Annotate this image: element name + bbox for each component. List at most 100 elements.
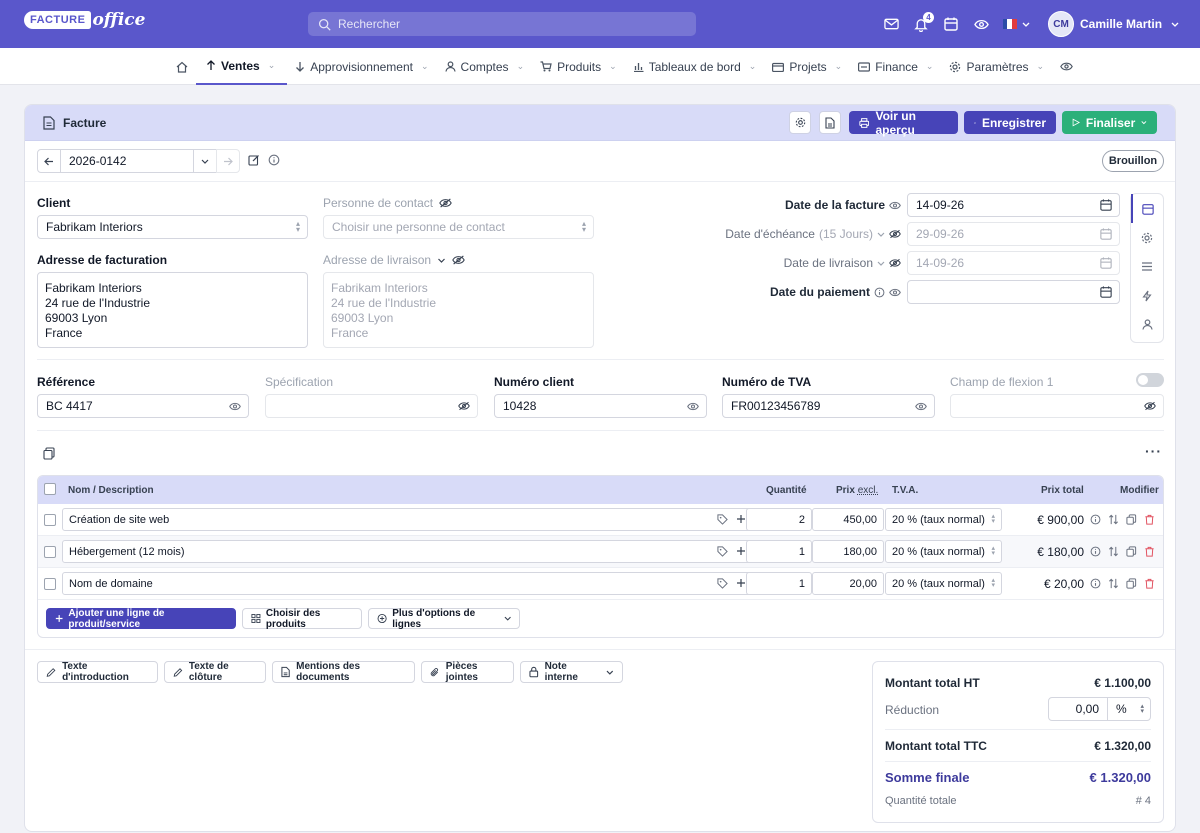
info-icon[interactable] <box>874 287 885 298</box>
select-all-checkbox[interactable] <box>44 483 56 495</box>
nav-projets[interactable]: Projets ⌄ <box>764 48 850 85</box>
plus-icon[interactable] <box>736 514 746 524</box>
sort-arrows-icon[interactable] <box>1108 546 1119 557</box>
info-icon[interactable] <box>268 154 280 166</box>
flex-field-toggle[interactable] <box>1136 373 1164 387</box>
quantity-input[interactable]: 2 <box>746 508 812 531</box>
eye-off-icon[interactable] <box>889 229 901 239</box>
next-invoice-button[interactable] <box>216 149 240 173</box>
nav-visibility-toggle[interactable] <box>1052 48 1081 85</box>
eye-icon[interactable] <box>687 402 699 411</box>
eye-off-icon[interactable] <box>452 255 465 265</box>
eye-icon[interactable] <box>229 402 241 411</box>
item-name-input[interactable]: Création de site web <box>62 508 753 531</box>
eye-off-icon[interactable] <box>1144 401 1156 411</box>
duplicate-icon[interactable] <box>1126 546 1137 557</box>
tag-icon[interactable] <box>717 578 728 589</box>
discount-unit-select[interactable]: % ▴ ▾ <box>1107 697 1151 721</box>
side-calendar-button[interactable] <box>1131 194 1163 223</box>
nav-comptes[interactable]: Comptes ⌄ <box>437 48 533 85</box>
vat-number-input[interactable]: FR00123456789 <box>722 394 935 418</box>
contact-select[interactable]: Choisir une personne de contact ▴ ▾ <box>323 215 594 239</box>
notifications-button[interactable]: 4 <box>906 12 936 34</box>
mail-button[interactable] <box>876 14 906 34</box>
vat-select[interactable]: 20 % (taux normal) ▴ ▾ <box>885 540 1002 563</box>
row-checkbox[interactable] <box>44 578 56 590</box>
eye-off-icon[interactable] <box>458 401 470 411</box>
trash-icon[interactable] <box>1144 514 1155 525</box>
delivery-date-input[interactable]: 14-09-26 <box>907 251 1120 275</box>
invoice-date-input[interactable]: 14-09-26 <box>907 193 1120 217</box>
shipping-address-textarea[interactable]: Fabrikam Interiors 24 rue de l'Industrie… <box>323 272 594 348</box>
flex-field-input[interactable] <box>950 394 1164 418</box>
intro-text-button[interactable]: Texte d'introduction <box>37 661 158 683</box>
nav-tableaux-de-bord[interactable]: Tableaux de bord ⌄ <box>625 48 765 85</box>
eye-icon[interactable] <box>889 201 901 210</box>
nav-approvisionnement[interactable]: Approvisionnement ⌄ <box>287 48 436 85</box>
nav-home[interactable] <box>168 48 196 85</box>
attachments-button[interactable]: Pièces jointes <box>421 661 514 683</box>
specification-input[interactable] <box>265 394 478 418</box>
duplicate-icon[interactable] <box>1126 514 1137 525</box>
item-name-input[interactable]: Nom de domaine <box>62 572 753 595</box>
edit-icon[interactable] <box>248 154 260 166</box>
item-name-input[interactable]: Hébergement (12 mois) <box>62 540 753 563</box>
more-options-icon[interactable]: ··· <box>1145 443 1162 459</box>
document-mentions-button[interactable]: Mentions des documents <box>272 661 415 683</box>
preview-button[interactable]: Voir un aperçu <box>849 109 958 137</box>
price-input[interactable]: 180,00 <box>812 540 884 563</box>
sort-arrows-icon[interactable] <box>1108 578 1119 589</box>
pdf-button[interactable] <box>819 111 841 134</box>
side-user-button[interactable] <box>1131 310 1163 339</box>
vat-select[interactable]: 20 % (taux normal) ▴ ▾ <box>885 572 1002 595</box>
side-automation-button[interactable] <box>1131 281 1163 310</box>
language-selector[interactable] <box>996 14 1036 34</box>
tag-icon[interactable] <box>717 546 728 557</box>
eye-icon[interactable] <box>915 402 927 411</box>
add-line-button[interactable]: Ajouter une ligne de produit/service <box>46 608 236 630</box>
chevron-down-icon[interactable] <box>877 261 885 266</box>
plus-icon[interactable] <box>736 546 746 556</box>
quantity-input[interactable]: 1 <box>746 540 812 563</box>
nav-parametres[interactable]: Paramètres ⌄ <box>941 48 1052 85</box>
plus-icon[interactable] <box>736 578 746 588</box>
nav-produits[interactable]: Produits ⌄ <box>532 48 625 85</box>
vat-select[interactable]: 20 % (taux normal) ▴ ▾ <box>885 508 1002 531</box>
info-icon[interactable] <box>1090 546 1101 557</box>
app-logo[interactable]: FACTURE office <box>24 10 145 30</box>
reference-input[interactable]: BC 4417 <box>37 394 249 418</box>
chevron-down-icon[interactable] <box>877 232 885 237</box>
price-input[interactable]: 450,00 <box>812 508 884 531</box>
closing-text-button[interactable]: Texte de clôture <box>164 661 266 683</box>
due-date-input[interactable]: 29-09-26 <box>907 222 1120 246</box>
side-settings-button[interactable] <box>1131 223 1163 252</box>
visibility-button[interactable] <box>966 14 996 34</box>
duplicate-icon[interactable] <box>1126 578 1137 589</box>
eye-off-icon[interactable] <box>439 198 452 208</box>
row-checkbox[interactable] <box>44 546 56 558</box>
tag-icon[interactable] <box>717 514 728 525</box>
copy-icon[interactable] <box>43 447 55 460</box>
client-number-input[interactable]: 10428 <box>494 394 707 418</box>
invoice-number-input[interactable]: 2026-0142 <box>60 149 194 173</box>
nav-finance[interactable]: Finance ⌄ <box>850 48 941 85</box>
info-icon[interactable] <box>1090 514 1101 525</box>
calendar-button[interactable] <box>936 14 966 34</box>
eye-off-icon[interactable] <box>889 258 901 268</box>
invoice-number-dropdown[interactable] <box>193 149 217 173</box>
sort-arrows-icon[interactable] <box>1108 514 1119 525</box>
discount-input[interactable]: 0,00 <box>1048 697 1108 721</box>
save-button[interactable]: Enregistrer <box>964 111 1056 134</box>
quantity-input[interactable]: 1 <box>746 572 812 595</box>
user-menu[interactable]: CM Camille Martin <box>1048 11 1179 37</box>
price-input[interactable]: 20,00 <box>812 572 884 595</box>
choose-products-button[interactable]: Choisir des produits <box>242 608 362 630</box>
eye-icon[interactable] <box>889 288 901 297</box>
info-icon[interactable] <box>1090 578 1101 589</box>
search-input[interactable]: Rechercher <box>308 12 696 36</box>
trash-icon[interactable] <box>1144 578 1155 589</box>
row-checkbox[interactable] <box>44 514 56 526</box>
internal-note-button[interactable]: Note interne <box>520 661 623 683</box>
trash-icon[interactable] <box>1144 546 1155 557</box>
side-filters-button[interactable] <box>1131 252 1163 281</box>
